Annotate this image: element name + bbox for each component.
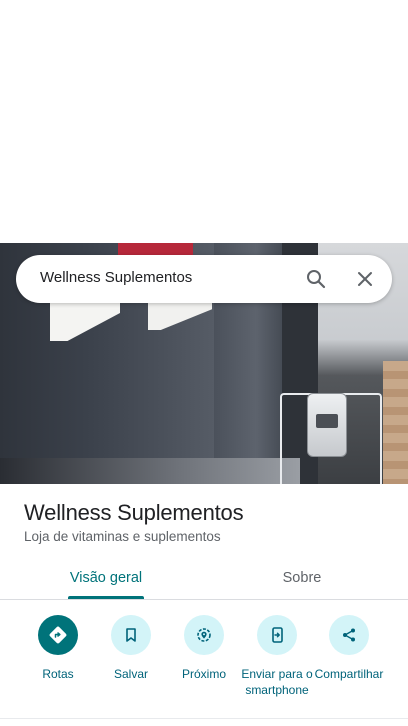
search-input[interactable]: Wellness Suplementos xyxy=(40,269,192,286)
tab-selected-indicator xyxy=(68,596,144,599)
directions-button[interactable]: Rotas xyxy=(20,615,96,682)
nearby-icon xyxy=(184,615,224,655)
photo-terminal xyxy=(307,393,347,457)
photo-sign xyxy=(118,243,193,255)
tab-bar: Visão geral Sobre xyxy=(0,556,408,600)
tab-about[interactable]: Sobre xyxy=(260,556,344,600)
tab-overview[interactable]: Visão geral xyxy=(62,556,150,600)
share-label: Compartilhar xyxy=(314,667,384,681)
map-blank-area xyxy=(0,0,408,243)
place-title: Wellness Suplementos xyxy=(24,500,244,525)
close-icon[interactable] xyxy=(353,267,377,291)
divider xyxy=(0,718,408,719)
place-category[interactable]: Loja de vitaminas e suplementos xyxy=(24,529,221,544)
send-to-phone-button[interactable]: Enviar para o smartphone xyxy=(239,615,315,698)
photo-boxes xyxy=(383,361,408,484)
directions-icon xyxy=(38,615,78,655)
photo-terminal-screen xyxy=(316,414,338,428)
share-button[interactable]: Compartilhar xyxy=(311,615,387,682)
photo-floor xyxy=(0,458,300,484)
nearby-label: Próximo xyxy=(181,667,226,681)
save-label: Salvar xyxy=(113,667,148,681)
search-icon[interactable] xyxy=(304,267,328,291)
send-to-phone-icon xyxy=(257,615,297,655)
search-bar[interactable]: Wellness Suplementos xyxy=(16,255,392,303)
action-buttons: Rotas Salvar Próximo Enviar para o smart… xyxy=(0,610,408,710)
save-button[interactable]: Salvar xyxy=(93,615,169,682)
share-icon xyxy=(329,615,369,655)
send-to-phone-label: Enviar para o smartphone xyxy=(241,667,313,697)
nearby-button[interactable]: Próximo xyxy=(166,615,242,682)
bookmark-icon xyxy=(111,615,151,655)
directions-label: Rotas xyxy=(42,667,74,681)
